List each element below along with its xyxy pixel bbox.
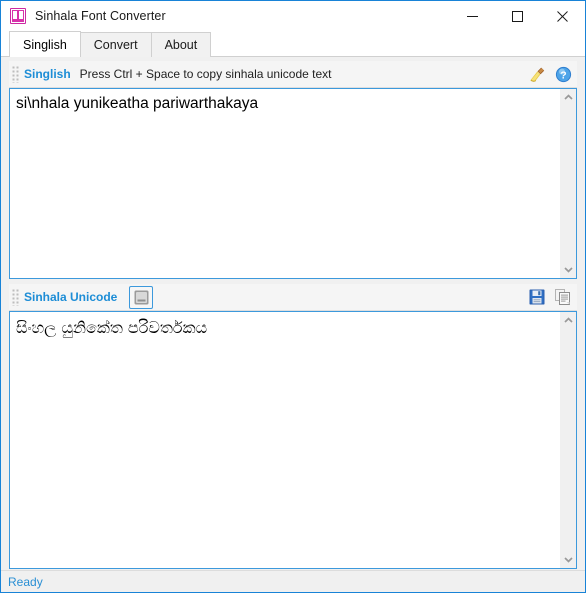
input-toolbar: Singlish Press Ctrl + Space to copy sinh… — [9, 61, 577, 88]
singlish-textbox-content[interactable]: si\nhala yunikeatha pariwarthakaya — [10, 89, 559, 278]
scroll-up-button[interactable] — [559, 312, 576, 329]
input-vertical-scrollbar[interactable] — [559, 89, 576, 278]
output-toolbar-label: Sinhala Unicode — [24, 290, 118, 304]
output-vertical-scrollbar[interactable] — [559, 312, 576, 568]
singlish-textbox[interactable]: si\nhala yunikeatha pariwarthakaya — [9, 88, 577, 279]
chevron-up-icon — [563, 94, 573, 101]
minimize-button[interactable] — [450, 1, 495, 31]
chevron-down-icon — [563, 556, 573, 563]
toolbar-gripper-icon[interactable] — [11, 288, 19, 306]
save-icon — [529, 289, 545, 305]
copy-icon — [555, 289, 571, 305]
window-toggle-button[interactable] — [129, 285, 154, 309]
output-panel: Sinhala Unicode සිංහල යුනිකේත පරිවර්තකය — [1, 284, 585, 569]
app-window: Sinhala Font Converter Singlish Convert … — [0, 0, 586, 593]
close-icon — [557, 10, 568, 22]
maximize-button[interactable] — [495, 1, 540, 31]
title-bar[interactable]: Sinhala Font Converter — [1, 1, 585, 31]
scroll-up-button[interactable] — [559, 89, 576, 106]
status-text: Ready — [8, 574, 43, 589]
app-icon — [10, 8, 26, 24]
tab-strip: Singlish Convert About — [1, 31, 585, 57]
input-toolbar-hint: Press Ctrl + Space to copy sinhala unico… — [79, 67, 332, 81]
input-panel: Singlish Press Ctrl + Space to copy sinh… — [1, 57, 585, 279]
input-scroll-track[interactable] — [559, 106, 576, 261]
minimize-icon — [467, 11, 478, 22]
output-scroll-track[interactable] — [559, 329, 576, 551]
window-title: Sinhala Font Converter — [35, 9, 166, 23]
tab-singlish-label: Singlish — [23, 37, 67, 52]
sinhala-textbox-content[interactable]: සිංහල යුනිකේත පරිවර්තකය — [10, 312, 559, 568]
help-button[interactable]: ? — [551, 63, 575, 86]
tab-convert[interactable]: Convert — [79, 32, 152, 57]
copy-button[interactable] — [551, 286, 575, 309]
close-button[interactable] — [540, 1, 585, 31]
tab-convert-label: Convert — [93, 38, 138, 52]
help-icon: ? — [555, 66, 572, 83]
svg-text:?: ? — [560, 69, 566, 81]
sinhala-text: සිංහල යුනිකේත පරිවර්තකය — [16, 318, 208, 337]
scroll-down-button[interactable] — [559, 261, 576, 278]
tab-singlish[interactable]: Singlish — [9, 31, 81, 57]
status-bar: Ready — [1, 570, 585, 592]
tab-about-label: About — [164, 38, 198, 52]
input-toolbar-label: Singlish — [24, 67, 71, 81]
output-toolbar: Sinhala Unicode — [9, 284, 577, 311]
scroll-down-button[interactable] — [559, 551, 576, 568]
chevron-up-icon — [563, 317, 573, 324]
singlish-text: si\nhala yunikeatha pariwarthakaya — [16, 95, 259, 112]
clear-button[interactable] — [525, 63, 549, 86]
sinhala-textbox[interactable]: සිංහල යුනිකේත පරිවර්තකය — [9, 311, 577, 569]
toolbar-gripper-icon[interactable] — [11, 65, 19, 83]
window-controls — [450, 1, 585, 31]
save-button[interactable] — [525, 286, 549, 309]
tab-about[interactable]: About — [150, 32, 212, 57]
clear-icon — [529, 66, 546, 83]
maximize-icon — [512, 10, 523, 22]
chevron-down-icon — [563, 266, 573, 273]
window-toggle-icon — [134, 290, 149, 305]
